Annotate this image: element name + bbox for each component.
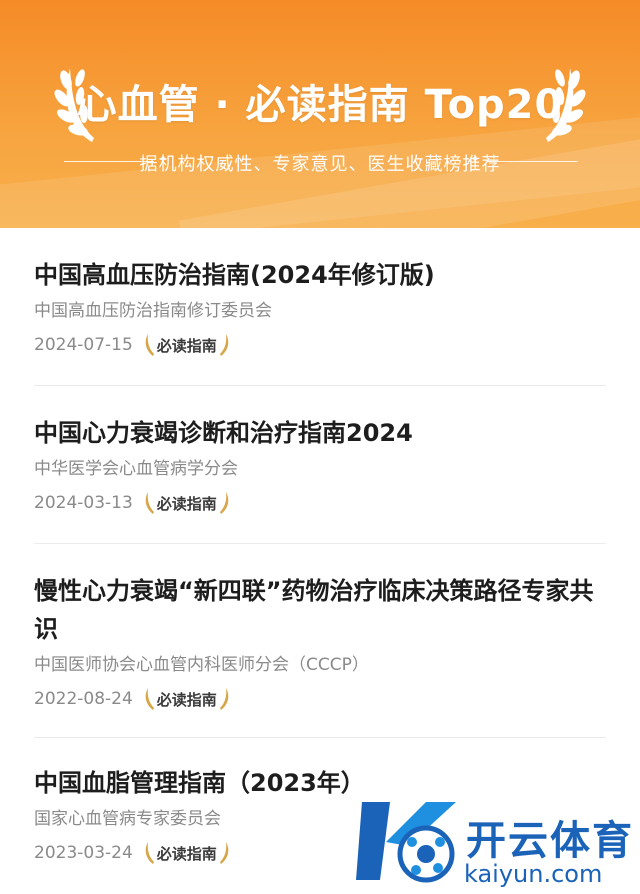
page-title: 心血管 · 必读指南 Top20 [76, 82, 564, 128]
publish-date: 2024-03-13 [34, 493, 133, 513]
guideline-org: 中国高血压防治指南修订委员会 [34, 301, 272, 321]
guideline-org: 中国医师协会心血管内科医师分会（CCCP） [34, 655, 369, 675]
guideline-org: 中华医学会心血管病学分会 [34, 459, 238, 479]
badge-label: 必读指南 [156, 844, 217, 863]
list-item[interactable]: 慢性心力衰竭“新四联”药物治疗临床决策路径专家共识 中国医师协会心血管内科医师分… [34, 572, 606, 714]
badge-laurel-right-icon [219, 334, 229, 356]
badge-laurel-left-icon [145, 492, 154, 514]
subtitle-rule-right [488, 161, 578, 162]
badge-laurel-right-icon [219, 492, 229, 514]
list-item[interactable]: 中国高血压防治指南(2024年修订版) 中国高血压防治指南修订委员会 2024-… [34, 256, 606, 360]
publish-date: 2024-07-15 [34, 335, 133, 355]
badge-laurel-right-icon [219, 842, 229, 864]
badge-laurel-left-icon [145, 688, 154, 710]
badge-laurel-left-icon [145, 842, 154, 864]
publish-date: 2022-08-24 [34, 689, 133, 709]
page-subtitle: 据机构权威性、专家意见、医生收藏榜推荐 [139, 154, 501, 175]
badge-label: 必读指南 [156, 494, 217, 513]
must-read-badge: 必读指南 [143, 490, 231, 516]
watermark-url: kaiyun.com [464, 860, 603, 888]
divider [34, 737, 606, 738]
list-item[interactable]: 中国心力衰竭诊断和治疗指南2024 中华医学会心血管病学分会 2024-03-1… [34, 414, 606, 518]
guideline-title[interactable]: 中国心力衰竭诊断和治疗指南2024 [34, 414, 606, 452]
badge-laurel-right-icon [219, 688, 229, 710]
publish-date: 2023-03-24 [34, 843, 133, 863]
meta-row: 2024-07-15 必读指南 [34, 330, 606, 360]
guideline-title[interactable]: 中国高血压防治指南(2024年修订版) [34, 256, 606, 294]
must-read-badge: 必读指南 [143, 332, 231, 358]
must-read-badge: 必读指南 [143, 840, 231, 866]
watermark: 开云体育 kaiyun.com [356, 790, 640, 894]
star-right-icon: ✦ [470, 152, 481, 166]
meta-row: 2024-03-13 必读指南 [34, 488, 606, 518]
watermark-logo-icon [356, 802, 456, 883]
guideline-title[interactable]: 慢性心力衰竭“新四联”药物治疗临床决策路径专家共识 [34, 572, 606, 648]
badge-label: 必读指南 [156, 690, 217, 709]
divider [34, 543, 606, 544]
meta-row: 2022-08-24 必读指南 [34, 684, 606, 714]
header-banner: 心血管 · 必读指南 Top20 ✦ 据机构权威性、专家意见、医生收藏榜推荐 ✦ [0, 0, 640, 228]
badge-label: 必读指南 [156, 336, 217, 355]
watermark-brand: 开云体育 [466, 818, 634, 864]
badge-laurel-left-icon [145, 334, 154, 356]
must-read-badge: 必读指南 [143, 686, 231, 712]
divider [34, 385, 606, 386]
